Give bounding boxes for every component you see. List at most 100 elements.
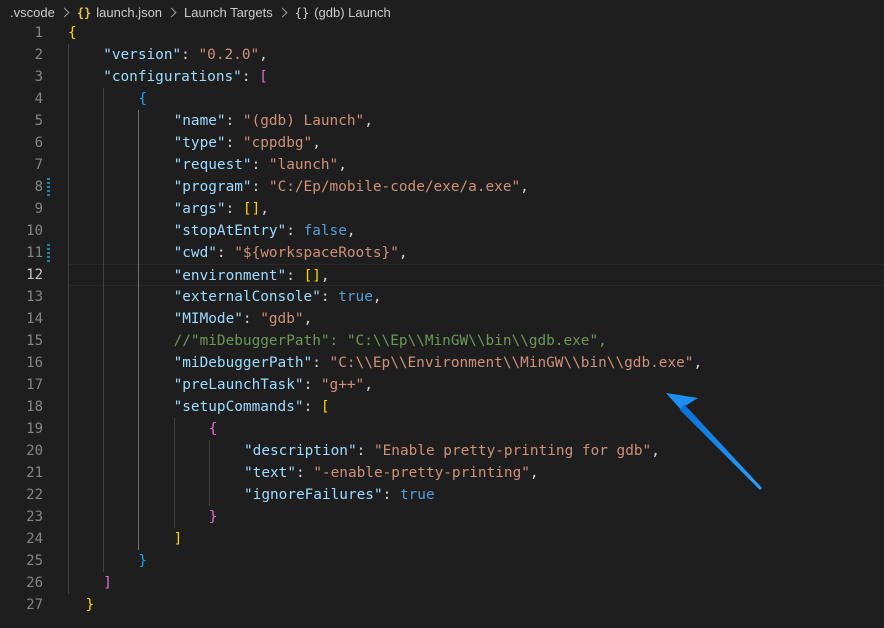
code-token: "stopAtEntry": [173, 223, 287, 239]
code-token: :: [286, 223, 304, 239]
code-token: ,: [372, 289, 382, 305]
code-content: "args": [],: [68, 198, 884, 220]
code-text: //"miDebuggerPath": "C:\\Ep\\MinGW\\bin\…: [174, 330, 607, 352]
line-number: 19: [26, 421, 43, 437]
code-token: {: [208, 421, 218, 437]
code-token: "gdb": [260, 311, 304, 327]
code-token: "launch": [268, 157, 339, 173]
code-token: ,: [398, 245, 408, 261]
code-line[interactable]: 15 //"miDebuggerPath": "C:\\Ep\\MinGW\\bi…: [0, 330, 884, 352]
code-line[interactable]: 8 "program": "C:/Ep/mobile-code/exe/a.exe…: [0, 176, 884, 198]
code-token: ,: [303, 311, 313, 327]
line-number: 7: [34, 157, 43, 173]
code-token: "setupCommands": [173, 399, 304, 415]
line-number: 4: [34, 91, 43, 107]
code-text: "text": "-enable-pretty-printing",: [244, 462, 539, 484]
code-text: ]: [103, 572, 112, 594]
code-token: "args": [173, 201, 226, 217]
code-token: :: [312, 355, 330, 371]
line-number: 22: [26, 487, 43, 503]
code-content: "setupCommands": [: [68, 396, 884, 418]
code-content: ]: [68, 528, 884, 550]
code-text: "request": "launch",: [174, 154, 347, 176]
code-token: :: [242, 311, 261, 327]
code-line[interactable]: 20 "description": "Enable pretty-printing…: [0, 440, 884, 462]
code-line[interactable]: 4{: [0, 88, 884, 110]
code-token: "description": [244, 443, 357, 459]
code-content: "miDebuggerPath": "C:\\Ep\\Environment\\…: [68, 352, 884, 374]
line-number: 2: [34, 47, 43, 63]
code-line[interactable]: 6 "type": "cppdbg",: [0, 132, 884, 154]
code-token: ,: [320, 268, 330, 284]
line-number: 5: [34, 113, 43, 129]
code-line[interactable]: 17 "preLaunchTask": "g++",: [0, 374, 884, 396]
json-braces-icon: {}: [294, 5, 310, 20]
code-line[interactable]: 26]: [0, 572, 884, 594]
json-braces-icon: {}: [76, 5, 92, 20]
code-text: "args": [],: [174, 198, 269, 220]
code-content: "version": "0.2.0",: [68, 44, 884, 66]
code-token: ,: [693, 355, 703, 371]
code-token: :: [241, 69, 260, 85]
code-token: ,: [260, 201, 269, 217]
code-line[interactable]: 14 "MIMode": "gdb",: [0, 308, 884, 330]
code-line[interactable]: 12 "environment": [],: [0, 264, 884, 286]
code-token: "text": [244, 465, 296, 481]
code-token: "0.2.0": [198, 47, 260, 63]
code-content: }: [68, 506, 884, 528]
code-line[interactable]: 21 "text": "-enable-pretty-printing",: [0, 462, 884, 484]
modified-line-marker[interactable]: [47, 178, 50, 196]
code-line[interactable]: 11 "cwd": "${workspaceRoots}",: [0, 242, 884, 264]
code-content: {: [68, 418, 884, 440]
code-line[interactable]: 9 "args": [],: [0, 198, 884, 220]
code-content: "request": "launch",: [68, 154, 884, 176]
breadcrumb-label: launch.json: [96, 4, 163, 20]
chevron-right-icon: [59, 7, 70, 17]
line-number: 14: [26, 311, 43, 327]
breadcrumb-item[interactable]: {} (gdb) Launch: [295, 5, 391, 20]
code-line[interactable]: 27}: [0, 594, 884, 616]
code-line[interactable]: 16 "miDebuggerPath": "C:\\Ep\\Environment…: [0, 352, 884, 374]
line-number: 24: [26, 531, 43, 547]
line-number: 11: [26, 245, 43, 261]
line-number: 9: [34, 201, 43, 217]
breadcrumb-item[interactable]: Launch Targets: [184, 5, 273, 20]
code-token: "externalConsole": [173, 289, 321, 305]
code-token: "-enable-pretty-printing": [313, 465, 530, 481]
code-line[interactable]: 25}: [0, 550, 884, 572]
code-line[interactable]: 2 "version": "0.2.0",: [0, 44, 884, 66]
modified-line-marker[interactable]: [47, 244, 50, 262]
code-token: :: [225, 201, 243, 217]
code-text: "preLaunchTask": "g++",: [174, 374, 373, 396]
code-content: "externalConsole": true,: [68, 286, 884, 308]
code-line[interactable]: 7 "request": "launch",: [0, 154, 884, 176]
code-token: "MIMode": [173, 311, 243, 327]
code-line[interactable]: 3 "configurations": [: [0, 66, 884, 88]
code-text: "stopAtEntry": false,: [174, 220, 356, 242]
code-line[interactable]: 10 "stopAtEntry": false,: [0, 220, 884, 242]
code-line[interactable]: 19 {: [0, 418, 884, 440]
breadcrumb-item[interactable]: .vscode: [10, 5, 55, 20]
code-content: //"miDebuggerPath": "C:\\Ep\\MinGW\\bin\…: [68, 330, 884, 352]
code-text: "version": "0.2.0",: [103, 44, 268, 66]
code-line[interactable]: 5 "name": "(gdb) Launch",: [0, 110, 884, 132]
code-line[interactable]: 1{: [0, 22, 884, 44]
code-line[interactable]: 24]: [0, 528, 884, 550]
code-text: ]: [174, 528, 183, 550]
code-line[interactable]: 18 "setupCommands": [: [0, 396, 884, 418]
code-token: ,: [364, 377, 373, 393]
breadcrumb-item[interactable]: {} launch.json: [77, 5, 162, 20]
code-line[interactable]: 13 "externalConsole": true,: [0, 286, 884, 308]
code-token: :: [303, 377, 321, 393]
code-token: "name": [173, 113, 226, 129]
indent-guide: [103, 88, 105, 572]
code-line[interactable]: 22 "ignoreFailures": true: [0, 484, 884, 506]
code-token: :: [225, 135, 243, 151]
code-area[interactable]: 1{ 2 "version": "0.2.0", 3 "configurations":…: [0, 22, 884, 628]
code-token: //"miDebuggerPath": "C:\\Ep\\MinGW\\bin\…: [173, 333, 607, 349]
code-line[interactable]: 23}: [0, 506, 884, 528]
code-token: "C:/Ep/mobile-code/exe/a.exe": [268, 179, 521, 195]
code-token: "cwd": [173, 245, 217, 261]
code-content: "text": "-enable-pretty-printing",: [68, 462, 884, 484]
code-text: {: [209, 418, 218, 440]
